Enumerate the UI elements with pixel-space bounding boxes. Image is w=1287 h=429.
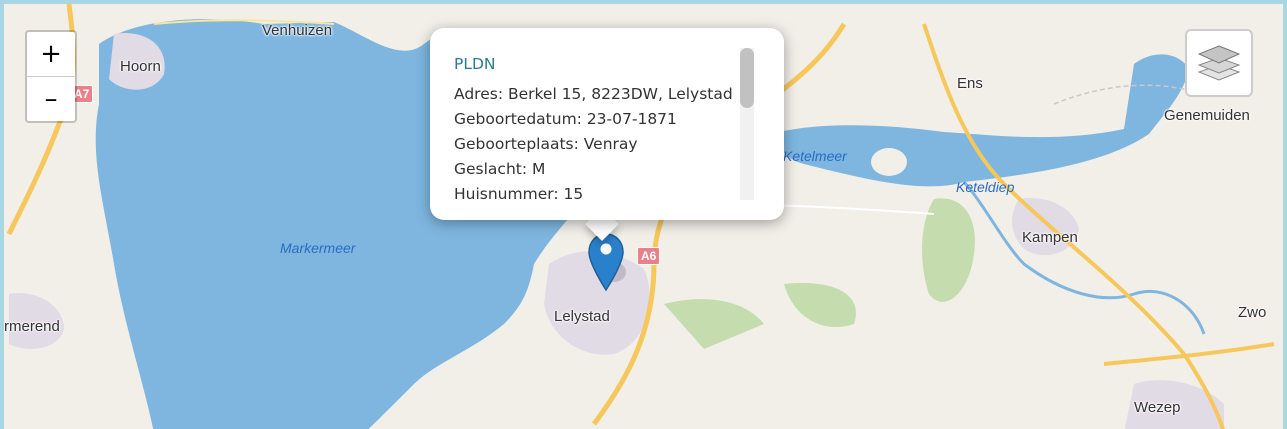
popup-title: PLDN [454, 55, 496, 73]
place-label-wezep: Wezep [1134, 399, 1181, 416]
map-marker[interactable] [588, 232, 626, 298]
place-label-zwolle: Zwo [1238, 304, 1267, 321]
place-label-venhuizen: Venhuizen [262, 22, 333, 39]
place-label-kampen: Kampen [1022, 229, 1078, 246]
place-label-hoorn: Hoorn [120, 58, 161, 75]
popup-scrollbar-thumb[interactable] [740, 48, 754, 108]
popup-line-gender: Geslacht: M [454, 160, 546, 178]
water-label-markermeer: Markermeer [280, 240, 356, 256]
popup-line-housenumber: Huisnummer: 15 [454, 185, 584, 202]
place-label-purmerend: rmerend [4, 318, 60, 335]
place-label-lelystad: Lelystad [554, 308, 610, 325]
zoom-in-button[interactable]: + [27, 32, 75, 76]
info-popup: PLDN Adres: Berkel 15, 8223DW, Lelystad … [430, 28, 784, 220]
popup-scrollbar[interactable] [740, 48, 754, 200]
water-label-ketelmeer: Ketelmeer [783, 148, 847, 164]
layers-icon [1197, 45, 1241, 81]
place-label-ens: Ens [957, 75, 983, 92]
layers-button[interactable] [1185, 29, 1253, 97]
place-label-genemuiden: Genemuiden [1164, 107, 1250, 124]
popup-content: PLDN Adres: Berkel 15, 8223DW, Lelystad … [454, 52, 744, 202]
popup-line-birthdate: Geboortedatum: 23-07-1871 [454, 110, 677, 128]
road-shield-a6: A6 [637, 247, 661, 265]
zoom-control: + – [25, 30, 77, 123]
zoom-out-button[interactable]: – [27, 76, 75, 121]
map-container[interactable]: Venhuizen Hoorn Markermeer rmerend Lelys… [0, 0, 1287, 429]
water-label-keteldiep: Keteldiep [956, 179, 1015, 195]
popup-line-birthplace: Geboorteplaats: Venray [454, 135, 638, 153]
popup-line-address: Adres: Berkel 15, 8223DW, Lelystad [454, 85, 733, 103]
